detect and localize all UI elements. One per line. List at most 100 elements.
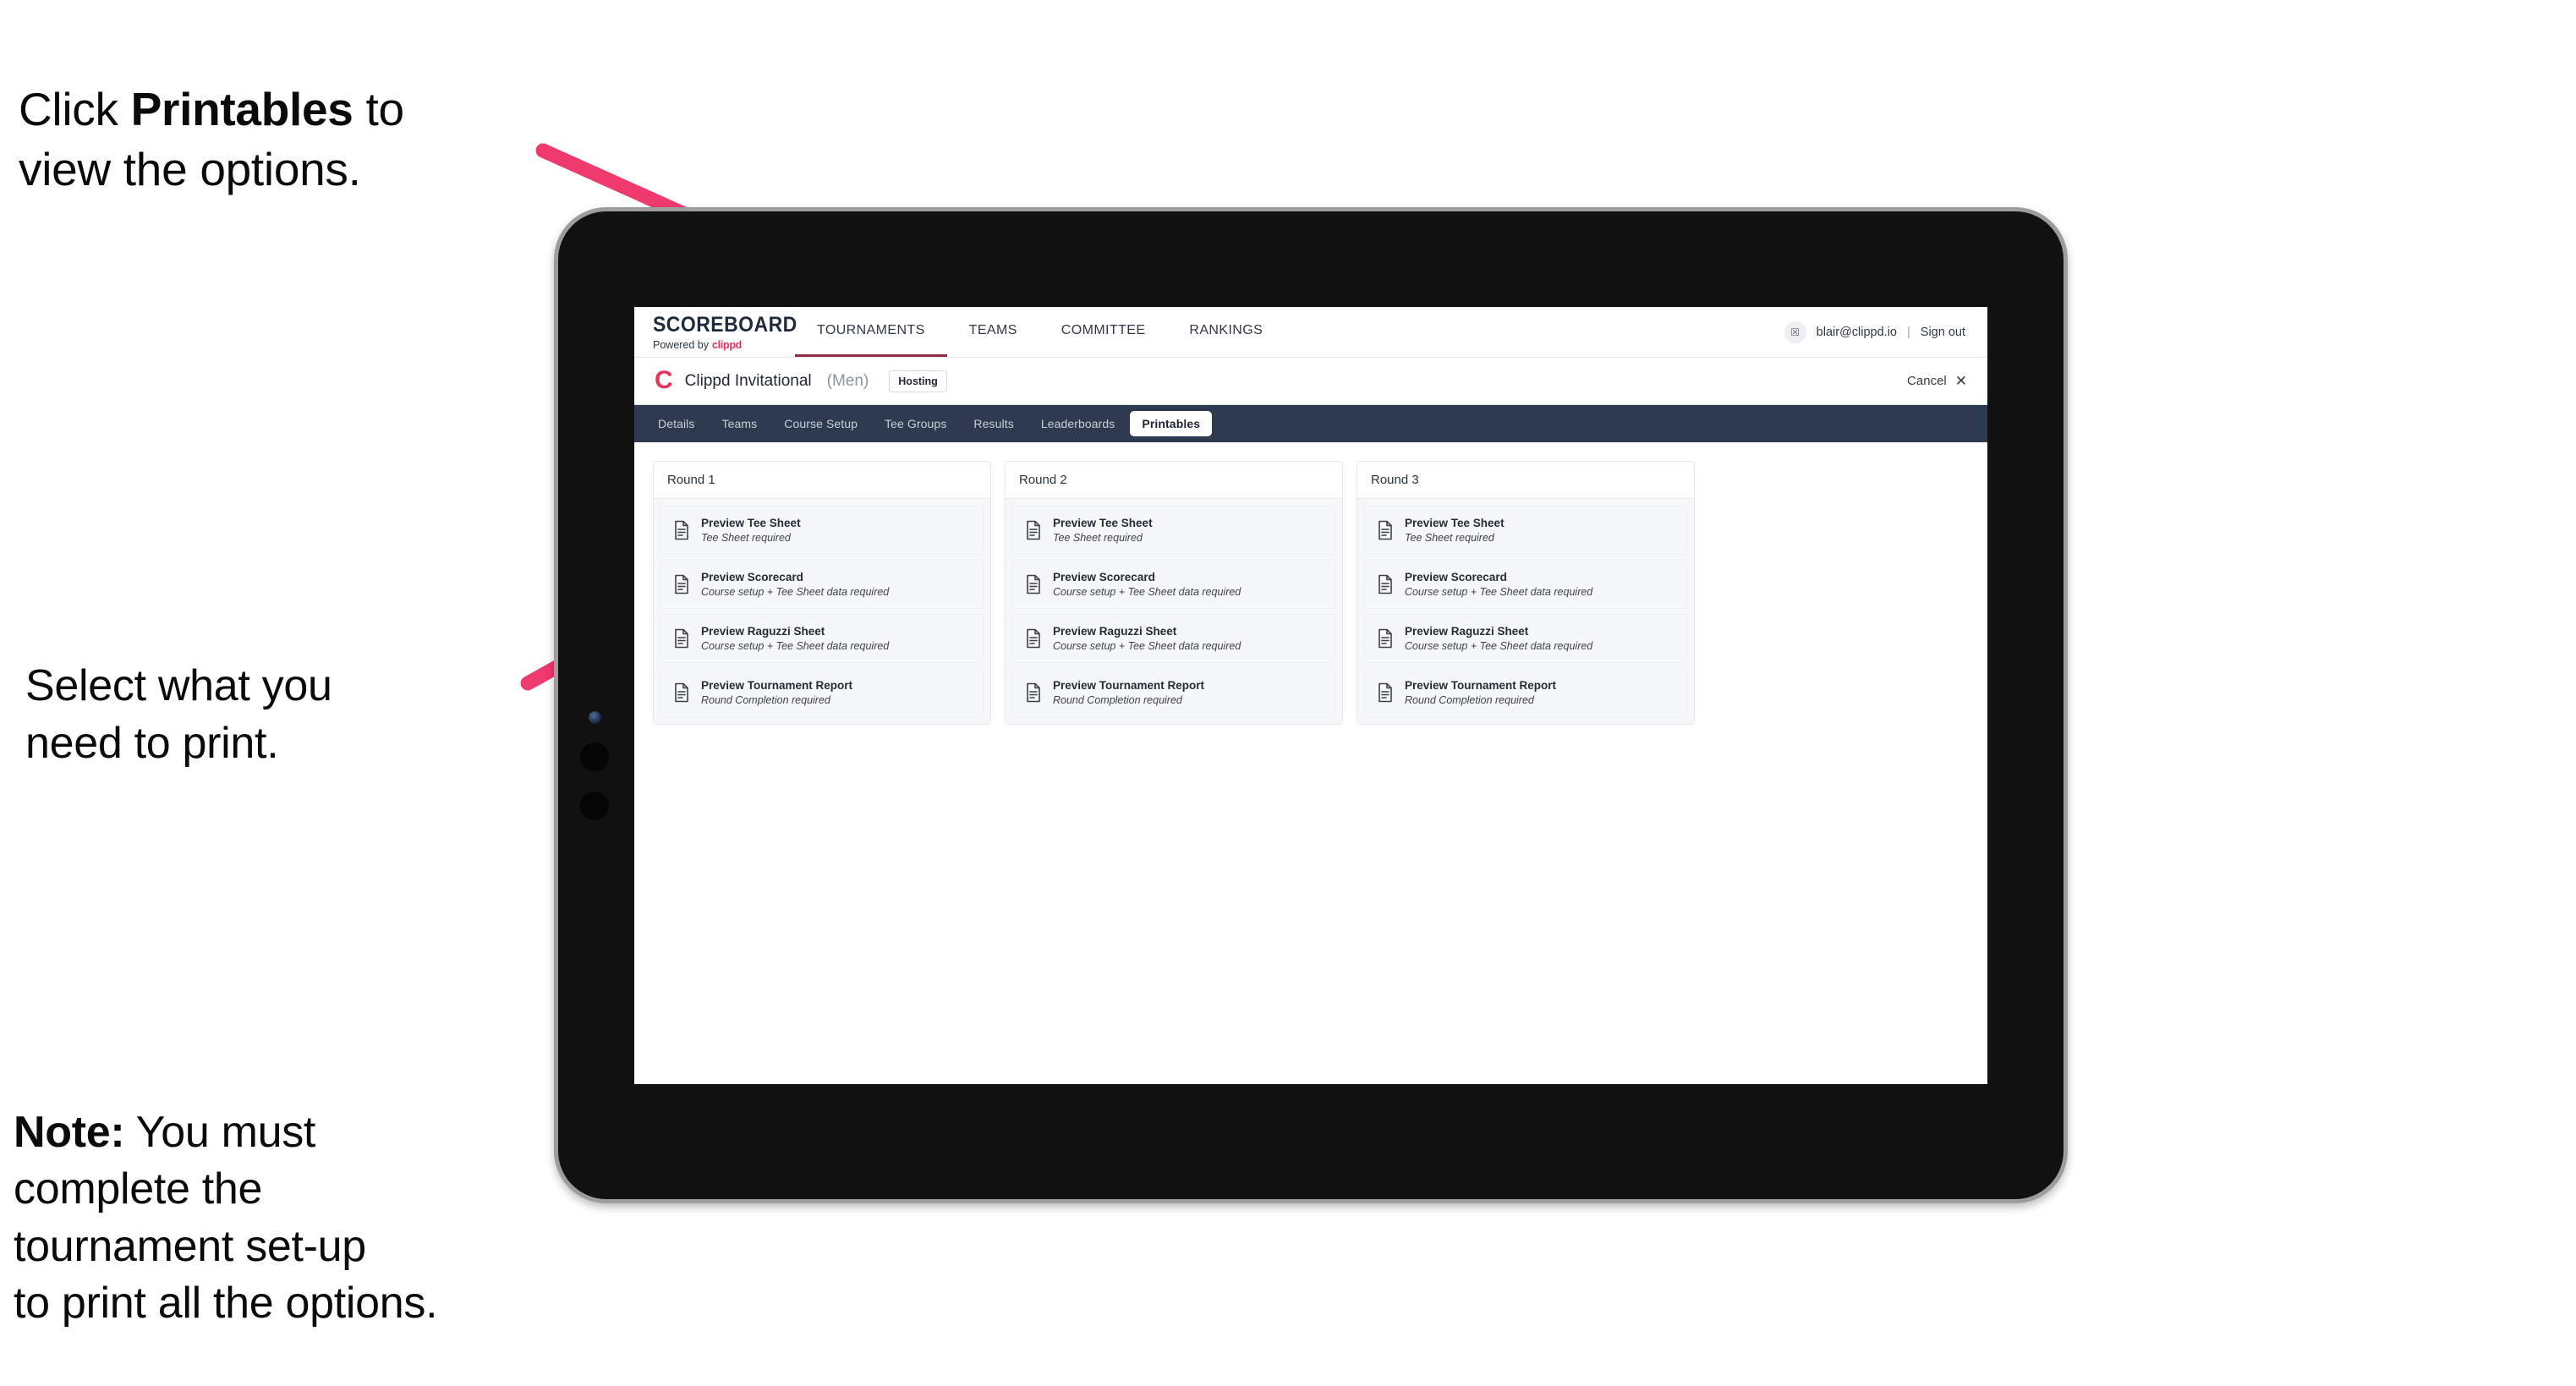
printable-item-text: Preview Tee Sheet Tee Sheet required: [1053, 517, 1153, 544]
clippd-logo-icon: C: [655, 365, 673, 394]
printable-title: Preview Scorecard: [701, 571, 803, 583]
printable-requirement: Course setup + Tee Sheet data required: [1053, 586, 1241, 598]
printable-item-raguzzi-sheet[interactable]: Preview Raguzzi Sheet Course setup + Tee…: [660, 614, 984, 663]
tournament-header: C Clippd Invitational (Men) Hosting Canc…: [634, 358, 1987, 405]
tab-tee-groups[interactable]: Tee Groups: [873, 411, 958, 436]
round-column: Round 1 Preview Tee Sheet Tee Sheet requ…: [653, 461, 991, 725]
printable-requirement: Course setup + Tee Sheet data required: [1405, 586, 1593, 598]
document-icon: [1377, 682, 1394, 703]
avatar[interactable]: ☒: [1784, 320, 1806, 343]
printable-item-tee-sheet[interactable]: Preview Tee Sheet Tee Sheet required: [1012, 506, 1335, 555]
printable-item-tournament-report[interactable]: Preview Tournament Report Round Completi…: [660, 668, 984, 717]
document-icon: [1025, 574, 1042, 594]
round-title: Round 1: [654, 462, 990, 499]
document-icon: [1377, 628, 1394, 649]
printable-item-tournament-report[interactable]: Preview Tournament Report Round Completi…: [1364, 668, 1687, 717]
document-icon: [1025, 520, 1042, 540]
printable-item-scorecard[interactable]: Preview Scorecard Course setup + Tee She…: [660, 560, 984, 609]
printable-title: Preview Tee Sheet: [701, 517, 801, 529]
device-button-upper[interactable]: [580, 742, 609, 771]
round-title: Round 3: [1357, 462, 1694, 499]
printable-requirement: Course setup + Tee Sheet data required: [1405, 640, 1593, 652]
logo-powered-by: Powered by clippd: [653, 339, 795, 351]
printable-item-text: Preview Scorecard Course setup + Tee She…: [1405, 571, 1592, 598]
document-icon: [673, 574, 690, 594]
tournament-title: Clippd Invitational: [684, 371, 812, 390]
printable-title: Preview Raguzzi Sheet: [1053, 625, 1177, 638]
document-icon: [673, 628, 690, 649]
printable-requirement: Course setup + Tee Sheet data required: [701, 640, 890, 652]
printable-item-text: Preview Tee Sheet Tee Sheet required: [701, 517, 801, 544]
printable-item-text: Preview Tee Sheet Tee Sheet required: [1405, 517, 1504, 544]
printable-requirement: Round Completion required: [1053, 694, 1182, 706]
document-icon: [1377, 520, 1394, 540]
app-screen: SCOREBOARD Powered by clippd TOURNAMENTS…: [634, 307, 1987, 1084]
round-items-list: Preview Tee Sheet Tee Sheet required Pre…: [654, 499, 990, 724]
printable-item-text: Preview Tournament Report Round Completi…: [1405, 679, 1556, 706]
tab-leaderboards[interactable]: Leaderboards: [1029, 411, 1127, 436]
screenshot-root: Click Printables to view the options. Se…: [0, 0, 2576, 1386]
cancel-label: Cancel: [1907, 374, 1947, 388]
annotation-note-bold: Note:: [14, 1107, 125, 1157]
app-header: SCOREBOARD Powered by clippd TOURNAMENTS…: [634, 307, 1987, 358]
printable-title: Preview Scorecard: [1053, 571, 1155, 583]
printable-title: Preview Tournament Report: [1053, 679, 1205, 692]
tab-results[interactable]: Results: [962, 411, 1025, 436]
document-icon: [673, 682, 690, 703]
printable-item-text: Preview Raguzzi Sheet Course setup + Tee…: [1053, 625, 1241, 652]
scoreboard-logo[interactable]: SCOREBOARD Powered by clippd: [634, 307, 797, 357]
document-icon: [673, 520, 690, 540]
tab-teams[interactable]: Teams: [710, 411, 770, 436]
logo-wordmark: SCOREBOARD: [653, 313, 797, 337]
printable-requirement: Round Completion required: [1405, 694, 1534, 706]
nav-item-committee[interactable]: COMMITTEE: [1039, 307, 1168, 357]
printable-requirement: Round Completion required: [701, 694, 830, 706]
front-camera-icon: [589, 711, 601, 724]
annotation-click-printables: Click Printables to view the options.: [19, 19, 577, 200]
clippd-brand-text: clippd: [712, 339, 743, 351]
printable-item-scorecard[interactable]: Preview Scorecard Course setup + Tee She…: [1364, 560, 1687, 609]
close-icon: ✕: [1954, 373, 1967, 389]
nav-item-teams[interactable]: TEAMS: [947, 307, 1039, 357]
printable-requirement: Tee Sheet required: [701, 532, 791, 544]
device-button-lower[interactable]: [580, 792, 609, 820]
round-column: Round 3 Preview Tee Sheet Tee Sheet requ…: [1357, 461, 1695, 725]
tab-printables[interactable]: Printables: [1130, 411, 1213, 436]
user-email: blair@clippd.io: [1816, 325, 1897, 339]
tab-details[interactable]: Details: [646, 411, 707, 436]
tab-course-setup[interactable]: Course Setup: [772, 411, 869, 436]
printable-item-text: Preview Scorecard Course setup + Tee She…: [701, 571, 889, 598]
sign-out-link[interactable]: Sign out: [1921, 326, 1965, 339]
printable-item-text: Preview Raguzzi Sheet Course setup + Tee…: [701, 625, 889, 652]
cancel-button[interactable]: Cancel ✕: [1907, 374, 1967, 388]
round-title: Round 2: [1006, 462, 1342, 499]
section-tabs: Details Teams Course Setup Tee Groups Re…: [634, 405, 1987, 442]
printable-requirement: Course setup + Tee Sheet data required: [1053, 640, 1241, 652]
tablet-device-frame: SCOREBOARD Powered by clippd TOURNAMENTS…: [554, 207, 2068, 1203]
round-items-list: Preview Tee Sheet Tee Sheet required Pre…: [1006, 499, 1342, 724]
nav-item-rankings[interactable]: RANKINGS: [1167, 307, 1285, 357]
powered-by-text: Powered by: [653, 339, 710, 351]
printable-item-scorecard[interactable]: Preview Scorecard Course setup + Tee She…: [1012, 560, 1335, 609]
printable-requirement: Tee Sheet required: [1405, 532, 1494, 544]
printable-item-text: Preview Tournament Report Round Completi…: [701, 679, 852, 706]
printable-title: Preview Scorecard: [1405, 571, 1507, 583]
printable-requirement: Tee Sheet required: [1053, 532, 1143, 544]
user-separator: |: [1907, 325, 1910, 339]
nav-item-tournaments[interactable]: TOURNAMENTS: [795, 307, 947, 357]
printable-item-text: Preview Raguzzi Sheet Course setup + Tee…: [1405, 625, 1592, 652]
round-items-list: Preview Tee Sheet Tee Sheet required Pre…: [1357, 499, 1694, 724]
printables-content: Round 1 Preview Tee Sheet Tee Sheet requ…: [634, 442, 1987, 743]
document-icon: [1377, 574, 1394, 594]
printable-item-raguzzi-sheet[interactable]: Preview Raguzzi Sheet Course setup + Tee…: [1364, 614, 1687, 663]
printable-item-tee-sheet[interactable]: Preview Tee Sheet Tee Sheet required: [660, 506, 984, 555]
printable-item-tee-sheet[interactable]: Preview Tee Sheet Tee Sheet required: [1364, 506, 1687, 555]
annotation-top-prefix: Click: [19, 82, 131, 135]
round-column: Round 2 Preview Tee Sheet Tee Sheet requ…: [1005, 461, 1343, 725]
user-account-area: ☒ blair@clippd.io | Sign out: [1784, 307, 1987, 357]
annotation-select-to-print: Select what you need to print.: [25, 661, 332, 768]
printable-item-raguzzi-sheet[interactable]: Preview Raguzzi Sheet Course setup + Tee…: [1012, 614, 1335, 663]
annotation-top-bold: Printables: [130, 82, 354, 135]
printable-title: Preview Tournament Report: [1405, 679, 1557, 692]
printable-item-tournament-report[interactable]: Preview Tournament Report Round Completi…: [1012, 668, 1335, 717]
